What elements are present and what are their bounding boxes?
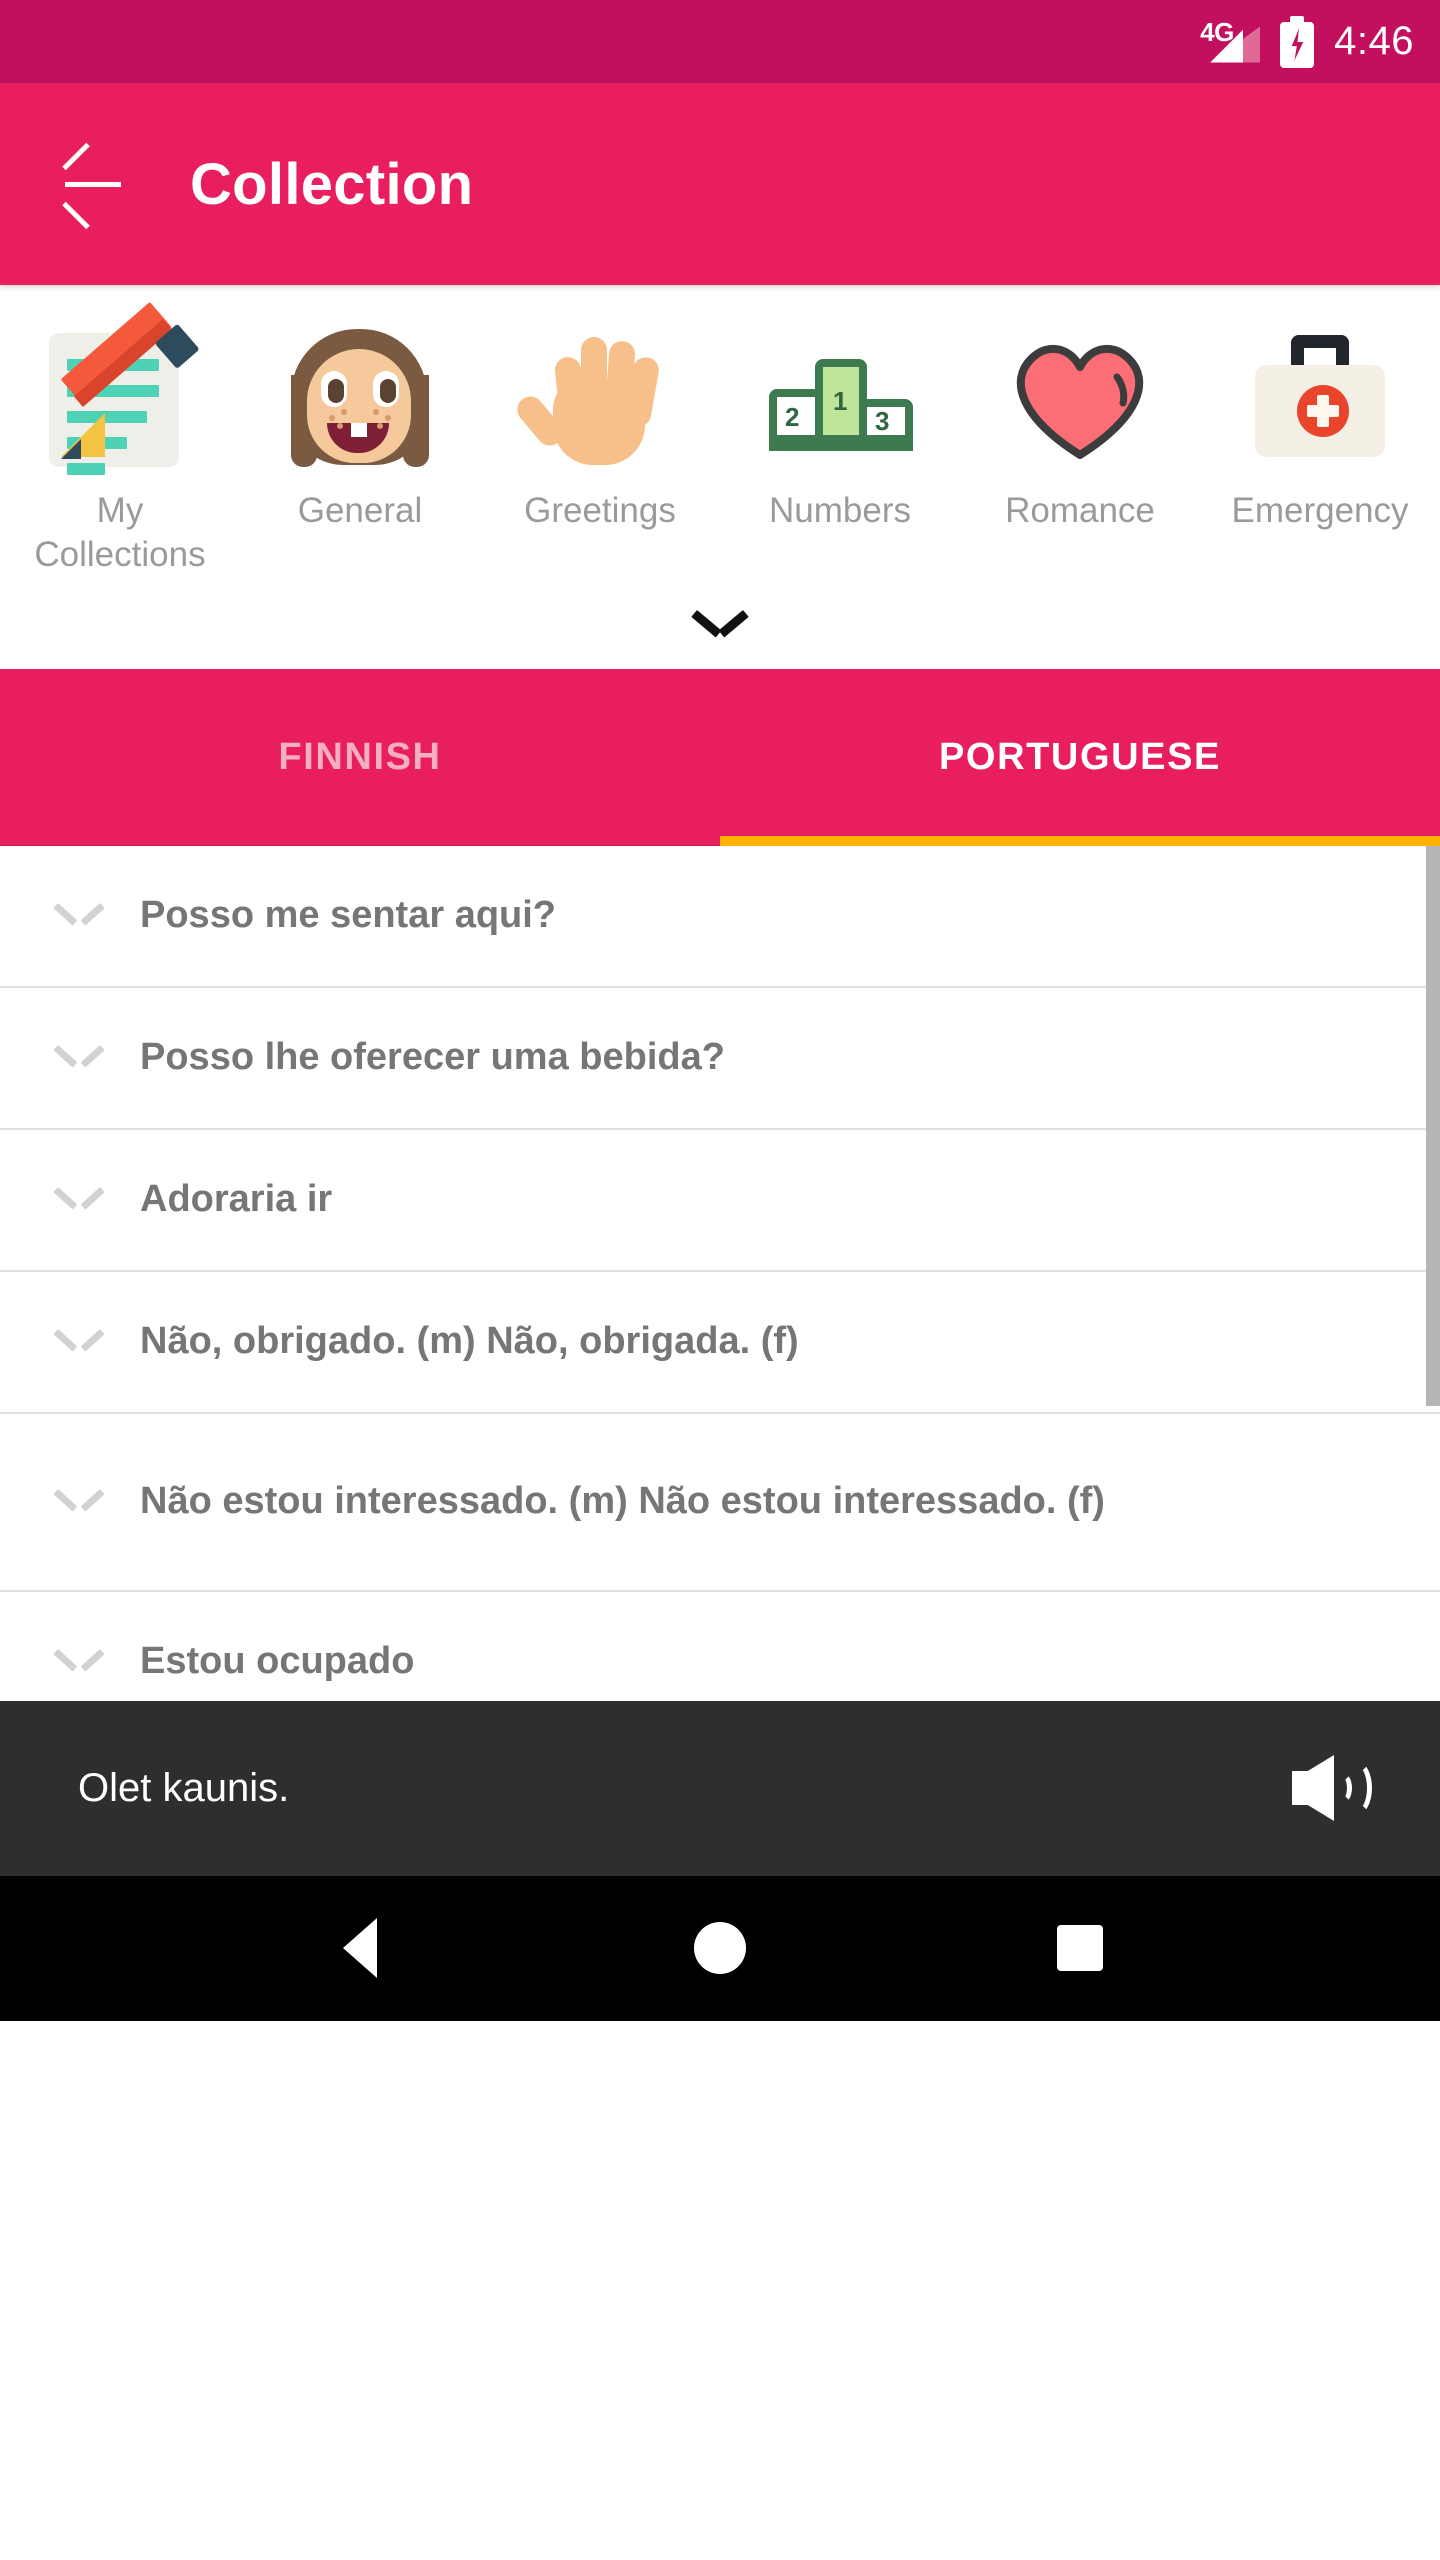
battery-charging-icon bbox=[1280, 15, 1315, 68]
signal-4g-icon: 4G bbox=[1200, 17, 1261, 65]
phrase-text: Adoraria ir bbox=[140, 1178, 333, 1221]
network-type-label: 4G bbox=[1200, 16, 1234, 47]
page-title: Collection bbox=[190, 151, 474, 217]
category-label: Numbers bbox=[769, 491, 911, 530]
chevron-down-icon bbox=[53, 1648, 105, 1675]
nav-back-button[interactable] bbox=[325, 1913, 395, 1983]
heart-icon bbox=[995, 319, 1165, 479]
first-aid-kit-icon bbox=[1235, 319, 1405, 479]
home-circle-icon bbox=[694, 1922, 746, 1974]
phrase-row[interactable]: Adoraria ir bbox=[0, 1129, 1440, 1272]
phrase-row[interactable]: Não estou interessado. (m) Não estou int… bbox=[0, 1413, 1440, 1592]
tab-portuguese[interactable]: PORTUGUESE bbox=[720, 669, 1440, 846]
phrase-text: Posso me sentar aqui? bbox=[140, 894, 557, 937]
app-root: 4G 4:46 Collection My Collections Genera… bbox=[0, 0, 1440, 2560]
category-row: My Collections General Greetings 2 1 3 N… bbox=[0, 301, 1440, 577]
heart-shape bbox=[1016, 345, 1144, 459]
tab-indicator bbox=[720, 835, 1440, 846]
category-label: General bbox=[297, 491, 423, 530]
status-bar-clock: 4:46 bbox=[1334, 19, 1414, 63]
category-panel: My Collections General Greetings 2 1 3 N… bbox=[0, 285, 1440, 669]
chevron-down-icon bbox=[53, 1044, 105, 1071]
app-bar: Collection bbox=[0, 83, 1440, 285]
android-nav-bar bbox=[0, 1875, 1440, 2021]
nav-home-button[interactable] bbox=[685, 1913, 755, 1983]
phrase-row[interactable]: Estou ocupado bbox=[0, 1591, 1440, 1701]
chevron-down-icon bbox=[53, 1186, 105, 1213]
back-arrow-icon[interactable] bbox=[62, 142, 124, 230]
phrase-row[interactable]: Não, obrigado. (m) Não, obrigada. (f) bbox=[0, 1271, 1440, 1414]
category-label: Emergency bbox=[1231, 491, 1409, 530]
player-phrase-text: Olet kaunis. bbox=[78, 1765, 290, 1810]
category-label: My Collections bbox=[34, 491, 206, 574]
girl-face-icon bbox=[275, 319, 445, 479]
category-item-romance[interactable]: Romance bbox=[960, 315, 1200, 533]
phrase-text: Não, obrigado. (m) Não, obrigada. (f) bbox=[140, 1320, 799, 1363]
phrase-text: Não estou interessado. (m) Não estou int… bbox=[140, 1480, 1105, 1523]
raised-hand-icon bbox=[512, 319, 685, 479]
tab-finnish[interactable]: FINNISH bbox=[0, 669, 720, 846]
status-bar: 4G 4:46 bbox=[0, 0, 1440, 83]
recents-square-icon bbox=[1057, 1925, 1103, 1971]
phrase-row[interactable]: Posso me sentar aqui? bbox=[0, 845, 1440, 988]
categories-expand-button[interactable] bbox=[0, 576, 1440, 669]
scrollbar-thumb[interactable] bbox=[1426, 845, 1440, 1406]
category-item-my-collections[interactable]: My Collections bbox=[0, 301, 240, 577]
nav-recents-button[interactable] bbox=[1045, 1913, 1115, 1983]
phrase-text: Estou ocupado bbox=[140, 1640, 415, 1683]
category-item-numbers[interactable]: 213 Numbers bbox=[720, 315, 960, 533]
memo-pencil-icon bbox=[35, 301, 205, 479]
phrase-list: Posso me sentar aqui? Posso lhe oferecer… bbox=[0, 845, 1440, 1701]
podium-icon: 213 bbox=[755, 319, 925, 479]
category-label: Greetings bbox=[524, 491, 676, 530]
chevron-down-icon bbox=[53, 1328, 105, 1355]
category-item-emergency[interactable]: Emergency bbox=[1200, 315, 1440, 533]
category-item-general[interactable]: General bbox=[240, 315, 480, 533]
chevron-down-icon bbox=[691, 609, 749, 637]
language-tabs: FINNISH PORTUGUESE bbox=[0, 668, 1440, 846]
audio-player-bar: Olet kaunis. bbox=[0, 1700, 1440, 1876]
chevron-down-icon bbox=[53, 902, 105, 929]
phrase-text: Posso lhe oferecer uma bebida? bbox=[140, 1036, 725, 1079]
chevron-down-icon bbox=[53, 1488, 105, 1515]
phrase-row[interactable]: Posso lhe oferecer uma bebida? bbox=[0, 987, 1440, 1130]
category-item-greetings[interactable]: Greetings bbox=[480, 315, 720, 533]
category-label: Romance bbox=[1005, 491, 1155, 530]
volume-up-icon[interactable] bbox=[1292, 1755, 1372, 1821]
back-triangle-icon bbox=[343, 1918, 377, 1978]
